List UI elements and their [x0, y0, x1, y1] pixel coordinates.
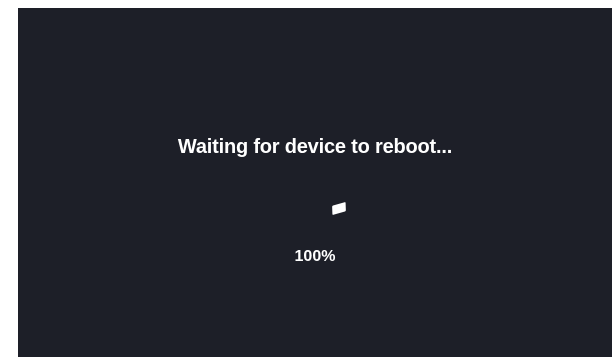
progress-percentage: 100% — [294, 248, 336, 265]
loading-spinner-icon — [332, 201, 346, 216]
reboot-screen: Waiting for device to reboot... 100% — [18, 8, 612, 357]
status-message: Waiting for device to reboot... — [177, 136, 453, 158]
